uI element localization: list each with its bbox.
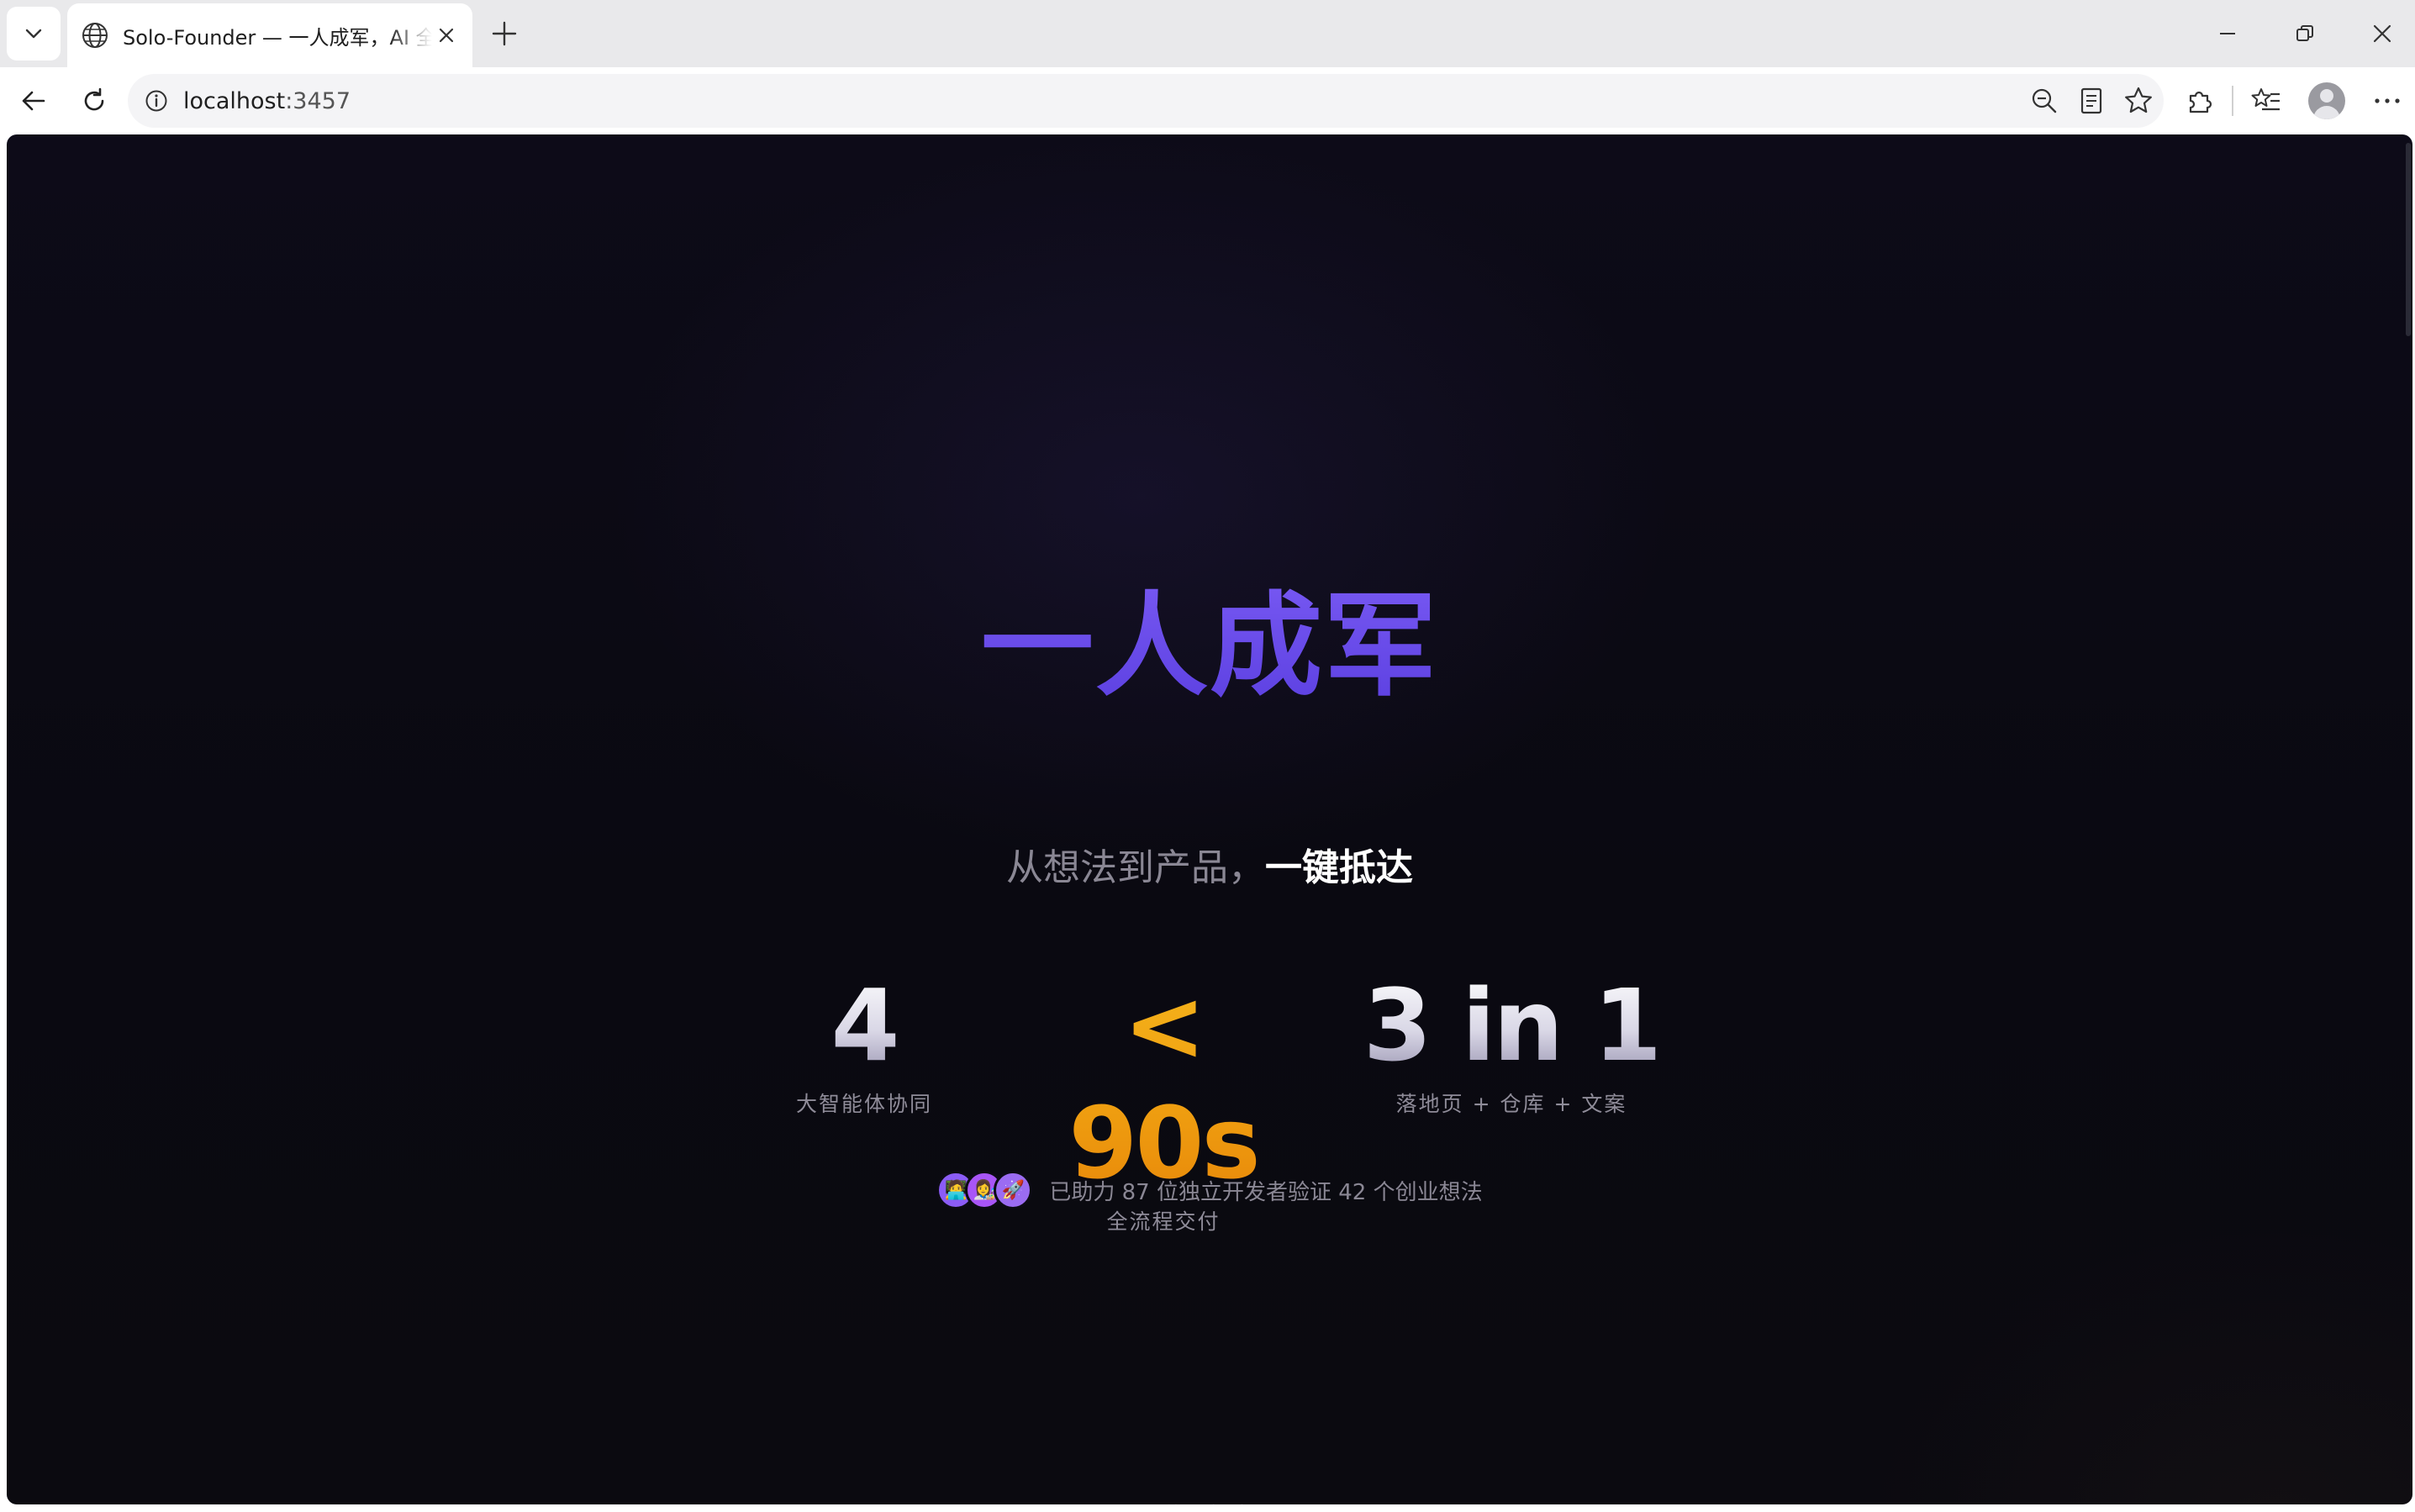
hero-subtitle-plain: 从想法到产品， (1006, 846, 1265, 889)
url-text[interactable]: localhost:3457 (183, 88, 2022, 114)
user-avatars: 🧑‍💻 👩‍🎨 🚀 (936, 1171, 1033, 1209)
stat-label: 大智能体协同 (795, 1092, 932, 1116)
reload-button[interactable] (71, 77, 118, 124)
stat-label: 全流程交付 (1106, 1209, 1221, 1234)
stat-value: < 90s (1029, 967, 1298, 1202)
user-avatar: 🚀 (994, 1171, 1033, 1209)
page-viewport: 一人成军 从想法到产品，一键抵达 4 大智能体协同 < 90s 全流程交付 3 … (7, 134, 2412, 1504)
favorites-button[interactable] (2243, 77, 2290, 124)
zoom-out-icon[interactable] (2022, 79, 2066, 123)
close-icon (2373, 24, 2391, 43)
stat-value: 4 (763, 967, 965, 1084)
close-window-button[interactable] (2357, 12, 2407, 55)
info-icon[interactable] (140, 84, 173, 118)
favorite-star-icon[interactable] (2117, 79, 2160, 123)
back-button[interactable] (10, 77, 57, 124)
stat-value: 3 in 1 (1360, 967, 1663, 1084)
stat-three-in-one: 3 in 1 落地页 + 仓库 + 文案 (1360, 967, 1663, 1118)
hero-title: 一人成军 (7, 555, 2412, 718)
restore-icon (2296, 25, 2313, 41)
reader-mode-icon[interactable] (2070, 79, 2113, 123)
tab-bar: Solo-Founder — 一人成军，AI 全栈 (0, 0, 2415, 67)
restore-button[interactable] (2280, 12, 2330, 55)
new-tab-button[interactable] (486, 15, 523, 52)
reload-icon (84, 87, 104, 111)
toolbar-separator (2232, 86, 2233, 116)
stat-agents: 4 大智能体协同 (763, 967, 965, 1118)
puzzle-icon (2189, 91, 2212, 113)
more-icon (2375, 98, 2400, 103)
favorites-list-icon (2251, 88, 2280, 111)
minimize-icon (2220, 33, 2235, 34)
close-tab-button[interactable] (432, 21, 461, 50)
arrow-left-icon (22, 91, 45, 111)
active-tab[interactable]: Solo-Founder — 一人成军，AI 全栈 (67, 3, 472, 67)
social-proof: 🧑‍💻 👩‍🎨 🚀 已助力 87 位独立开发者验证 42 个创业想法 (7, 1171, 2412, 1209)
browser-toolbar: localhost:3457 (0, 67, 2415, 134)
address-bar[interactable]: localhost:3457 (128, 74, 2164, 128)
tab-list-button[interactable] (7, 7, 61, 61)
profile-avatar[interactable] (2308, 82, 2345, 119)
plus-icon (492, 21, 517, 46)
hero-subtitle-strong: 一键抵达 (1265, 846, 1413, 889)
globe-icon (82, 23, 108, 48)
settings-menu-button[interactable] (2364, 77, 2411, 124)
hero-subtitle: 从想法到产品，一键抵达 (7, 837, 2412, 891)
close-icon (439, 28, 454, 43)
url-host: localhost (183, 87, 286, 114)
scrollbar-thumb[interactable] (2406, 143, 2411, 336)
minimize-button[interactable] (2202, 12, 2253, 55)
url-port: :3457 (285, 87, 351, 114)
chevron-down-icon (25, 29, 42, 39)
stat-label: 落地页 + 仓库 + 文案 (1395, 1092, 1627, 1116)
social-proof-text: 已助力 87 位独立开发者验证 42 个创业想法 (1049, 1179, 1483, 1205)
extensions-button[interactable] (2175, 77, 2223, 124)
tab-title: Solo-Founder — 一人成军，AI 全栈 (123, 25, 432, 50)
scroll-hint[interactable]: 往下探索 (7, 1498, 2412, 1504)
